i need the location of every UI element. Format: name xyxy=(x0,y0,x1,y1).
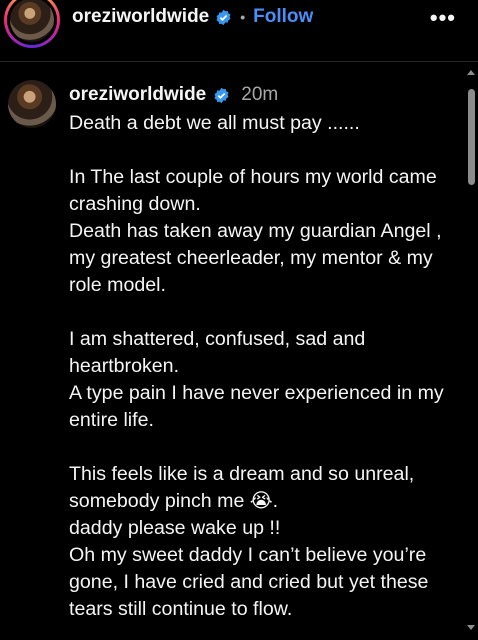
verified-badge-icon xyxy=(214,87,229,103)
scroll-thumb[interactable] xyxy=(468,89,475,185)
comment-avatar[interactable] xyxy=(8,80,56,128)
header-username[interactable]: oreziworldwide xyxy=(72,6,209,28)
scroll-down-arrow-icon[interactable] xyxy=(467,625,475,630)
header-user-row: oreziworldwide • Follow xyxy=(72,6,313,28)
separator-dot: • xyxy=(240,9,246,25)
caption-text: Death a debt we all must pay ...... In T… xyxy=(69,112,444,620)
profile-avatar-story-ring[interactable] xyxy=(4,0,60,48)
scrollbar[interactable] xyxy=(464,62,478,640)
comment-timestamp[interactable]: 20m xyxy=(241,84,278,106)
comment-username[interactable]: oreziworldwide xyxy=(69,84,206,106)
more-options-icon[interactable]: ••• xyxy=(430,5,456,31)
scroll-up-arrow-icon[interactable] xyxy=(467,70,475,75)
verified-badge-icon xyxy=(216,9,231,25)
post-header: oreziworldwide • Follow ••• xyxy=(0,0,478,62)
follow-button[interactable]: Follow xyxy=(253,6,313,28)
comment-header: oreziworldwide 20m xyxy=(69,84,278,106)
profile-avatar[interactable] xyxy=(10,0,54,42)
